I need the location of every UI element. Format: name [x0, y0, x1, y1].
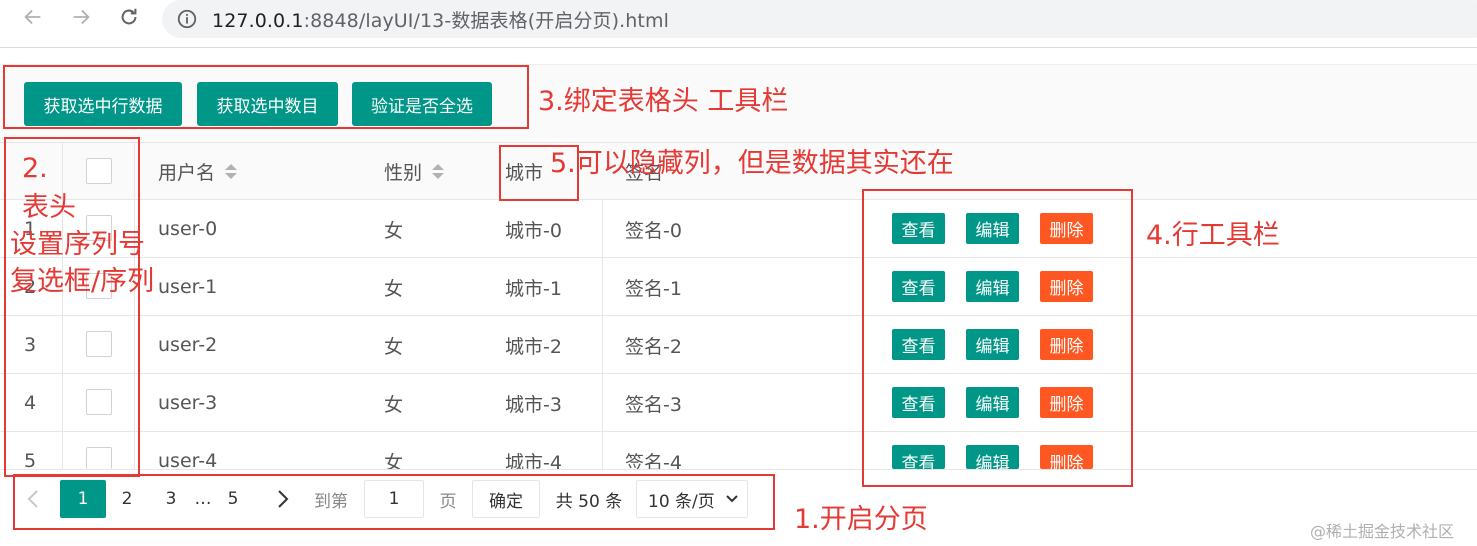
- table-row: [0, 432, 1477, 469]
- cell-city: 城市-3: [505, 393, 562, 416]
- cell-city: 城市-0: [505, 219, 562, 242]
- cell-sex: 女: [384, 219, 404, 242]
- table-row: [0, 258, 1477, 316]
- url-host: 127.0.0.1: [212, 10, 304, 32]
- cell-sign: 签名-1: [625, 277, 682, 300]
- forward-button[interactable]: [68, 4, 94, 30]
- annotation-header-text-1: 2.: [22, 153, 48, 184]
- cell-sex: 女: [384, 277, 404, 300]
- cell-city: 城市-2: [505, 335, 562, 358]
- arrow-left-icon: [24, 9, 41, 25]
- annotation-header-box: [4, 137, 140, 477]
- sort-icon[interactable]: [432, 164, 445, 179]
- annotation-header-text-2: 表头: [22, 192, 76, 223]
- url-text: 127.0.0.1:8848/layUI/13-数据表格(开启分页).html: [212, 6, 669, 33]
- back-button[interactable]: [20, 4, 46, 30]
- cell-sign: 签名-2: [625, 335, 682, 358]
- annotation-row-toolbar-text: 4.行工具栏: [1146, 220, 1280, 251]
- annotation-pagination-box: [13, 474, 775, 530]
- header-sex-label: 性别: [384, 162, 423, 184]
- browser-toolbar: 127.0.0.1:8848/layUI/13-数据表格(开启分页).html: [0, 0, 1477, 48]
- cell-username: user-2: [158, 334, 218, 356]
- cell-sign: 签名-3: [625, 393, 682, 416]
- arrow-right-icon: [73, 9, 90, 25]
- cell-sex: 女: [384, 393, 404, 416]
- table-row: [0, 316, 1477, 374]
- cell-sign: 签名-0: [625, 219, 682, 242]
- url-path: :8848/layUI/13-数据表格(开启分页).html: [303, 10, 669, 32]
- header-sex[interactable]: 性别: [384, 143, 445, 200]
- cell-username: user-0: [158, 218, 218, 240]
- sort-icon[interactable]: [225, 164, 238, 179]
- header-username-label: 用户名: [158, 162, 216, 184]
- cell-sex: 女: [384, 335, 404, 358]
- cell-city: 城市-1: [505, 277, 562, 300]
- annotation-toolbar-text: 3.绑定表格头 工具栏: [538, 86, 789, 117]
- info-icon[interactable]: [176, 8, 198, 30]
- table-row: [0, 374, 1477, 432]
- watermark: @稀土掘金技术社区: [1310, 522, 1455, 541]
- cell-username: user-1: [158, 276, 218, 298]
- annotation-pagination-text: 1.开启分页: [794, 504, 928, 535]
- annotation-hidden-column-text: 5.可以隐藏列，但是数据其实还在: [550, 148, 954, 179]
- annotation-toolbar-box: [3, 65, 529, 129]
- cell-username: user-3: [158, 392, 218, 414]
- header-username[interactable]: 用户名: [158, 143, 238, 200]
- annotation-row-toolbar-box: [862, 189, 1133, 487]
- annotation-header-text-3: 设置序列号: [10, 229, 145, 260]
- column-divider: [602, 200, 603, 469]
- reload-icon: [121, 8, 137, 25]
- address-bar[interactable]: 127.0.0.1:8848/layUI/13-数据表格(开启分页).html: [162, 0, 1477, 38]
- annotation-header-text-4: 复选框/序列: [10, 266, 155, 297]
- reload-button[interactable]: [116, 4, 142, 30]
